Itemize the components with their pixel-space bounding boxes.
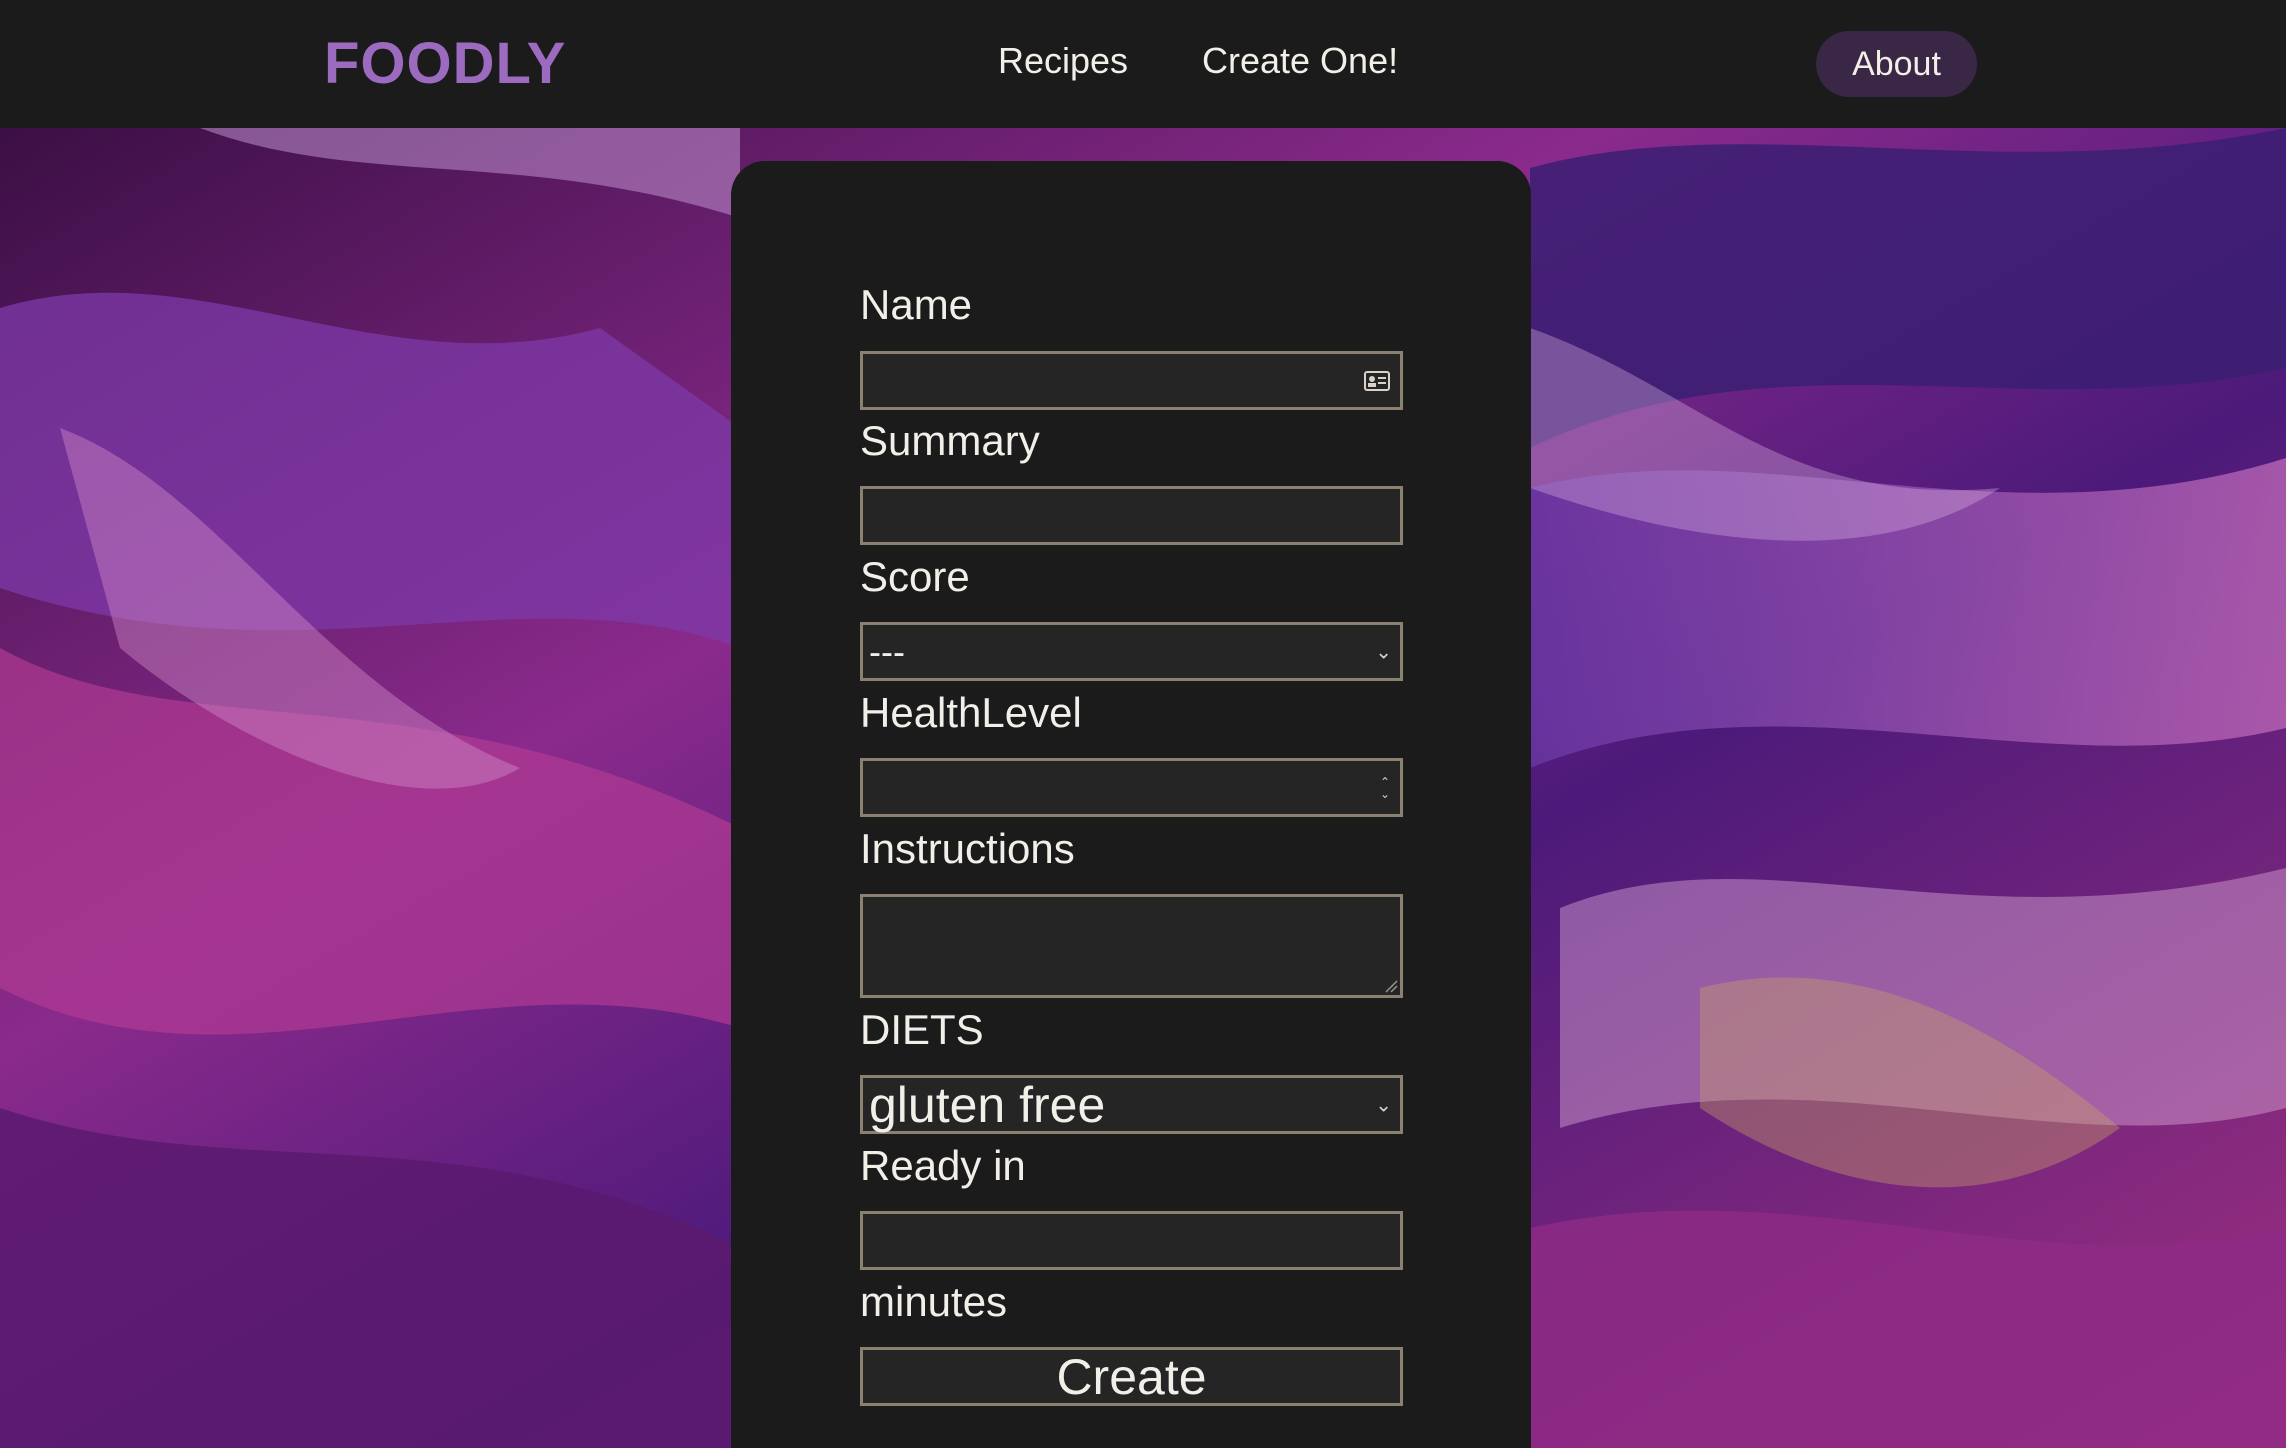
- logo[interactable]: FOODLY: [324, 30, 566, 97]
- score-select-value: ---: [869, 630, 905, 672]
- about-button[interactable]: About: [1816, 31, 1977, 97]
- score-select[interactable]: --- ⌄: [860, 622, 1403, 681]
- top-navbar: FOODLY Recipes Create One! About: [0, 0, 2286, 128]
- diets-select-value: gluten free: [869, 1076, 1106, 1133]
- ready-in-label: Ready in: [860, 1142, 1026, 1189]
- diets-label: DIETS: [860, 1006, 984, 1053]
- chevron-down-icon: ⌄: [1375, 1094, 1392, 1116]
- name-label: Name: [860, 281, 973, 328]
- name-input[interactable]: [860, 351, 1403, 410]
- nav-link-recipes[interactable]: Recipes: [998, 40, 1128, 82]
- instructions-label: Instructions: [860, 825, 1075, 872]
- page: FOODLY Recipes Create One! About Name Su…: [0, 0, 2286, 1448]
- instructions-textarea[interactable]: [860, 894, 1403, 998]
- ready-in-input[interactable]: [860, 1211, 1403, 1270]
- summary-label: Summary: [860, 417, 1040, 464]
- healthlevel-number-input[interactable]: ⌃ ⌄: [860, 758, 1403, 817]
- chevron-down-icon: ⌄: [1375, 641, 1392, 663]
- create-recipe-card: Name Summary Score --- ⌄ HealthLevel ⌃ ⌄ …: [731, 161, 1531, 1448]
- contact-card-icon[interactable]: [1364, 370, 1390, 391]
- stepper-icon[interactable]: ⌃ ⌄: [1380, 776, 1390, 800]
- resize-handle-icon[interactable]: [1384, 979, 1398, 993]
- nav-link-create[interactable]: Create One!: [1202, 40, 1398, 82]
- summary-input[interactable]: [860, 486, 1403, 545]
- diets-select[interactable]: gluten free ⌄: [860, 1075, 1403, 1134]
- score-label: Score: [860, 553, 970, 600]
- create-button[interactable]: Create: [860, 1347, 1403, 1406]
- healthlevel-label: HealthLevel: [860, 689, 1082, 736]
- minutes-label: minutes: [860, 1278, 1008, 1325]
